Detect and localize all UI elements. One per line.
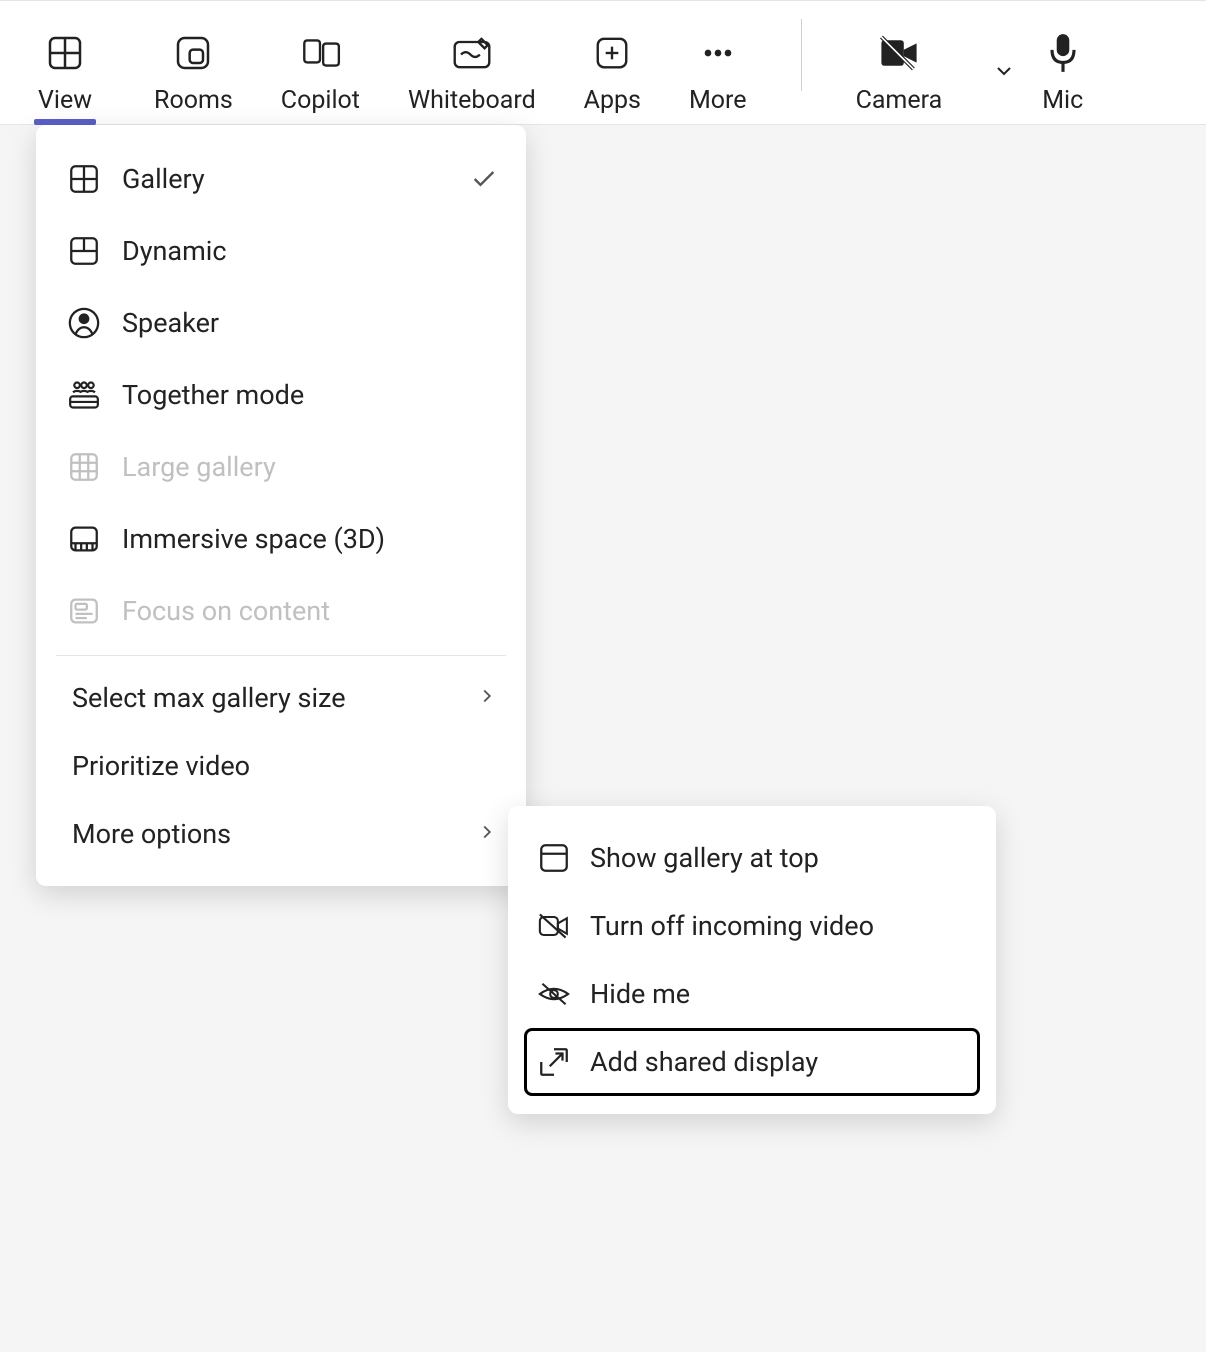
toolbar-copilot-label: Copilot bbox=[281, 86, 360, 115]
dropdown-immersive[interactable]: Immersive space (3D) bbox=[36, 503, 526, 575]
mic-icon bbox=[1047, 32, 1079, 74]
dropdown-gallery-label: Gallery bbox=[122, 163, 450, 195]
dropdown-gallery[interactable]: Gallery bbox=[36, 143, 526, 215]
toolbar-rooms-label: Rooms bbox=[154, 86, 233, 115]
together-icon bbox=[66, 377, 102, 413]
submenu-hide-me-label: Hide me bbox=[590, 978, 690, 1010]
toolbar-view[interactable]: View bbox=[0, 1, 130, 124]
submenu-add-shared-label: Add shared display bbox=[590, 1046, 818, 1078]
dropdown-select-max[interactable]: Select max gallery size bbox=[36, 664, 526, 732]
dropdown-focus: Focus on content bbox=[36, 575, 526, 647]
view-dropdown: Gallery Dynamic Speaker Together mode La… bbox=[36, 125, 526, 886]
toolbar-apps-label: Apps bbox=[584, 86, 641, 115]
submenu-hide-me[interactable]: Hide me bbox=[524, 960, 980, 1028]
dropdown-large-gallery-label: Large gallery bbox=[122, 451, 498, 483]
dropdown-immersive-label: Immersive space (3D) bbox=[122, 523, 498, 555]
toolbar-apps[interactable]: Apps bbox=[560, 1, 665, 124]
toolbar-whiteboard[interactable]: Whiteboard bbox=[384, 1, 560, 124]
toolbar-camera[interactable]: Camera bbox=[832, 1, 993, 124]
dropdown-prioritize-label: Prioritize video bbox=[72, 750, 498, 782]
large-gallery-icon bbox=[66, 449, 102, 485]
dropdown-prioritize[interactable]: Prioritize video bbox=[36, 732, 526, 800]
dropdown-select-max-label: Select max gallery size bbox=[72, 682, 456, 714]
add-shared-icon bbox=[536, 1044, 572, 1080]
chevron-right-icon bbox=[476, 821, 498, 847]
dropdown-more-options[interactable]: More options bbox=[36, 800, 526, 868]
dropdown-speaker-label: Speaker bbox=[122, 307, 498, 339]
whiteboard-icon bbox=[450, 32, 494, 74]
meeting-toolbar: View Rooms Copilot Whiteboard Apps More bbox=[0, 0, 1206, 125]
chevron-right-icon bbox=[476, 685, 498, 711]
gallery-icon bbox=[66, 161, 102, 197]
grid-icon bbox=[45, 32, 85, 74]
focus-icon bbox=[66, 593, 102, 629]
dropdown-together-label: Together mode bbox=[122, 379, 498, 411]
check-icon bbox=[470, 165, 498, 193]
toolbar-mic-label: Mic bbox=[1042, 86, 1083, 115]
show-top-icon bbox=[536, 840, 572, 876]
dropdown-dynamic[interactable]: Dynamic bbox=[36, 215, 526, 287]
submenu-turn-off[interactable]: Turn off incoming video bbox=[524, 892, 980, 960]
speaker-icon bbox=[66, 305, 102, 341]
toolbar-divider bbox=[801, 19, 802, 91]
dynamic-icon bbox=[66, 233, 102, 269]
dropdown-more-options-label: More options bbox=[72, 818, 456, 850]
more-icon bbox=[698, 32, 738, 74]
toolbar-more[interactable]: More bbox=[665, 1, 771, 124]
toolbar-mic[interactable]: Mic bbox=[992, 1, 1107, 124]
immersive-icon bbox=[66, 521, 102, 557]
dropdown-divider bbox=[56, 655, 506, 656]
toolbar-more-label: More bbox=[689, 86, 747, 115]
submenu-add-shared[interactable]: Add shared display bbox=[524, 1028, 980, 1096]
toolbar-view-label: View bbox=[38, 86, 92, 115]
copilot-icon bbox=[298, 32, 342, 74]
dropdown-dynamic-label: Dynamic bbox=[122, 235, 498, 267]
submenu-turn-off-label: Turn off incoming video bbox=[590, 910, 874, 942]
apps-icon bbox=[593, 32, 631, 74]
toolbar-whiteboard-label: Whiteboard bbox=[408, 86, 536, 115]
submenu-show-top-label: Show gallery at top bbox=[590, 842, 819, 874]
hide-icon bbox=[536, 976, 572, 1012]
more-options-submenu: Show gallery at top Turn off incoming vi… bbox=[508, 806, 996, 1114]
dropdown-together[interactable]: Together mode bbox=[36, 359, 526, 431]
submenu-show-top[interactable]: Show gallery at top bbox=[524, 824, 980, 892]
camera-off-icon bbox=[875, 32, 923, 74]
toolbar-camera-label: Camera bbox=[856, 86, 943, 115]
dropdown-speaker[interactable]: Speaker bbox=[36, 287, 526, 359]
toolbar-copilot[interactable]: Copilot bbox=[257, 1, 384, 124]
rooms-icon bbox=[173, 32, 213, 74]
video-off-icon bbox=[536, 908, 572, 944]
dropdown-large-gallery: Large gallery bbox=[36, 431, 526, 503]
toolbar-rooms[interactable]: Rooms bbox=[130, 1, 257, 124]
dropdown-focus-label: Focus on content bbox=[122, 595, 498, 627]
